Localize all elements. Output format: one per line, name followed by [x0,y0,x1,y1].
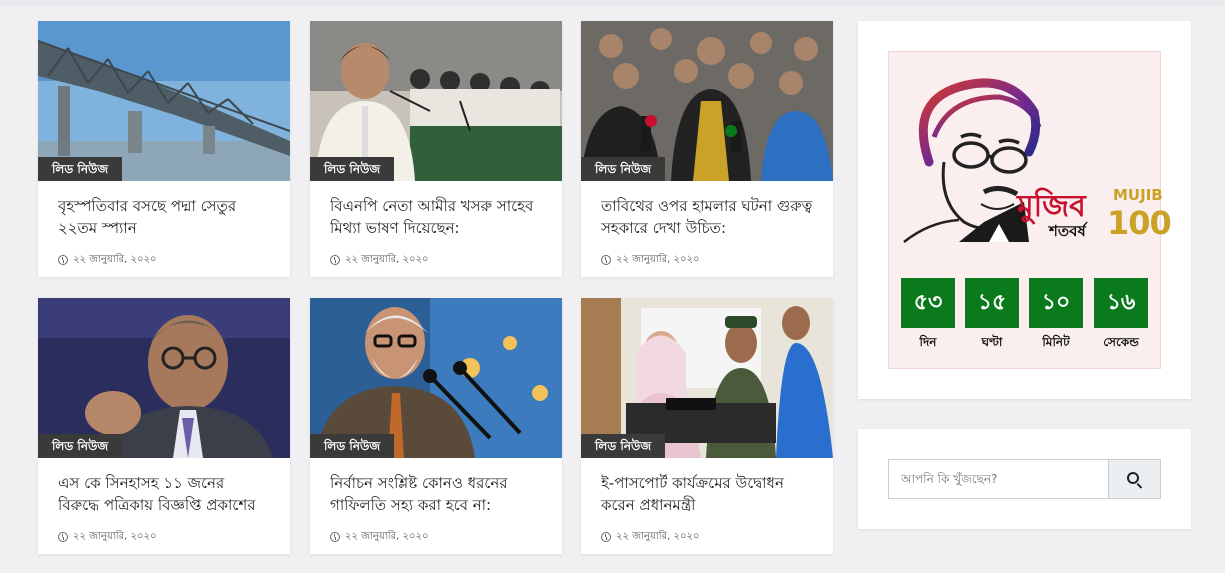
countdown-label: সেকেন্ড [1103,335,1139,349]
category-badge[interactable]: লিড নিউজ [310,157,395,181]
news-title[interactable]: নির্বাচন সংশ্লিষ্ট কোনও ধরনের গাফিলতি সহ… [330,472,542,516]
news-title[interactable]: ই-পাসপোর্ট কার্যক্রমের উদ্বোধন করেন প্রধ… [601,472,813,516]
news-title[interactable]: তাবিথের ওপর হামলার ঘটনা গুরুত্ব সহকারে দ… [601,195,813,239]
news-card[interactable]: লিড নিউজ বৃহস্পতিবার বসছে পদ্মা সেতুর ২২… [38,21,290,277]
news-image[interactable]: লিড নিউজ [581,298,833,458]
mujib-banner[interactable]: মুজিব শতবর্ষ MUJIB 100 ৫৩ দিন ১৫ ঘণ্টা ১… [888,51,1172,369]
clock-icon [330,255,340,265]
date-text: ২২ জানুয়ারি, ২০২০ [616,253,700,265]
news-date: ২২ জানুয়ারি, ২০২০ [58,253,270,267]
clock-icon [601,255,611,265]
clock-icon [330,532,340,542]
countdown-value: ১৬ [1094,278,1148,328]
category-badge[interactable]: লিড নিউজ [38,434,123,458]
date-text: ২২ জানুয়ারি, ২০২০ [616,530,700,542]
category-badge[interactable]: লিড নিউজ [581,157,666,181]
mujib-widget: মুজিব শতবর্ষ MUJIB 100 ৫৩ দিন ১৫ ঘণ্টা ১… [858,21,1191,399]
news-title[interactable]: এস কে সিনহাসহ ১১ জনের বিরুদ্ধে পত্রিকায়… [58,472,270,516]
mujib-logo-subtext: শতবর্ষ [1049,222,1086,240]
countdown-days: ৫৩ দিন [901,278,955,354]
category-badge[interactable]: লিড নিউজ [310,434,395,458]
search-icon [1127,471,1139,484]
countdown-label: দিন [919,335,937,349]
news-date: ২২ জানুয়ারি, ২০২০ [330,530,542,544]
category-badge[interactable]: লিড নিউজ [38,157,123,181]
search-widget [858,429,1191,529]
news-image[interactable]: লিড নিউজ [310,21,562,181]
top-bar [0,0,1225,6]
countdown-label: ঘণ্টা [981,335,1003,349]
news-image[interactable]: লিড নিউজ [38,21,290,181]
search-input[interactable] [888,459,1108,499]
search-form [888,459,1161,499]
news-date: ২২ জানুয়ারি, ২০২০ [601,530,813,544]
date-text: ২২ জানুয়ারি, ২০২০ [345,253,429,265]
countdown-value: ৫৩ [901,278,955,328]
date-text: ২২ জানুয়ারি, ২০২০ [345,530,429,542]
news-image[interactable]: লিড নিউজ [310,298,562,458]
countdown-value: ১৫ [965,278,1019,328]
clock-icon [58,532,68,542]
countdown-seconds: ১৬ সেকেন্ড [1094,278,1148,354]
news-title[interactable]: বিএনপি নেতা আমীর খসরু সাহেব মিথ্যা ভাষণ … [330,195,542,239]
news-image[interactable]: লিড নিউজ [581,21,833,181]
news-date: ২২ জানুয়ারি, ২০২০ [601,253,813,267]
date-text: ২২ জানুয়ারি, ২০২০ [73,530,157,542]
news-card[interactable]: লিড নিউজ ই-পাসপোর্ট কার্যক্রমের উদ্বোধন … [581,298,833,554]
clock-icon [58,255,68,265]
news-title[interactable]: বৃহস্পতিবার বসছে পদ্মা সেতুর ২২তম স্প্যা… [58,195,270,239]
countdown-value: ১০ [1029,278,1083,328]
news-card[interactable]: লিড নিউজ বিএনপি নেতা আমীর খসরু সাহেব মিথ… [310,21,562,277]
countdown-minutes: ১০ মিনিট [1029,278,1083,354]
category-badge[interactable]: লিড নিউজ [581,434,666,458]
countdown-hours: ১৫ ঘণ্টা [965,278,1019,354]
news-image[interactable]: লিড নিউজ [38,298,290,458]
countdown-label: মিনিট [1042,335,1070,349]
mujib-logo-en: MUJIB [1113,186,1163,204]
news-card[interactable]: লিড নিউজ তাবিথের ওপর হামলার ঘটনা গুরুত্ব… [581,21,833,277]
news-date: ২২ জানুয়ারি, ২০২০ [330,253,542,267]
search-button[interactable] [1108,459,1161,499]
news-card[interactable]: লিড নিউজ নির্বাচন সংশ্লিষ্ট কোনও ধরনের গ… [310,298,562,554]
mujib-logo-100: 100 [1107,204,1172,242]
clock-icon [601,532,611,542]
news-date: ২২ জানুয়ারি, ২০২০ [58,530,270,544]
date-text: ২২ জানুয়ারি, ২০২০ [73,253,157,265]
news-card[interactable]: লিড নিউজ এস কে সিনহাসহ ১১ জনের বিরুদ্ধে … [38,298,290,554]
